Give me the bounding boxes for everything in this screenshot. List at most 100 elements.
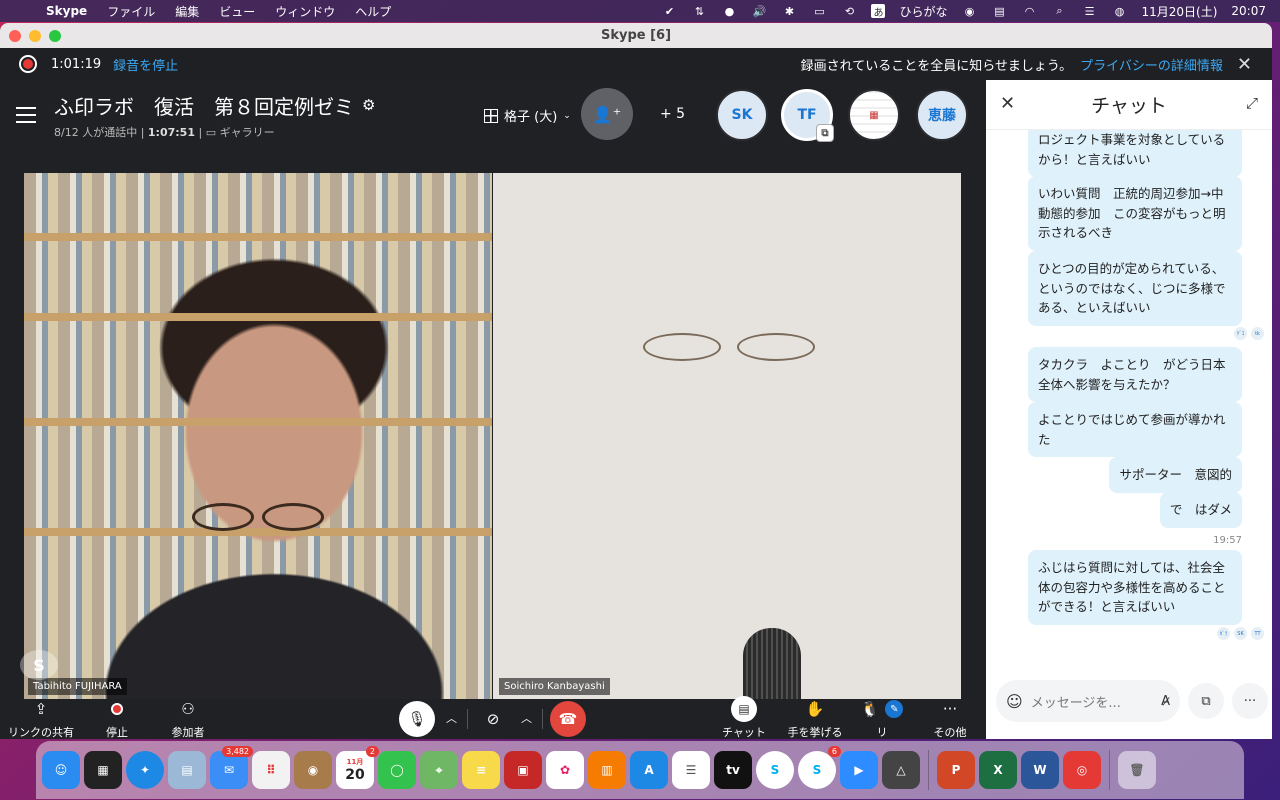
reminders-icon[interactable]: ☰: [672, 751, 710, 789]
more-chat-options-button[interactable]: ···: [1232, 683, 1268, 719]
preview-icon[interactable]: ▤: [168, 751, 206, 789]
expand-icon[interactable]: ⤢: [1246, 94, 1258, 112]
menu-view[interactable]: ビュー: [209, 3, 265, 20]
chat-messages[interactable]: ロジェクト事業を対象としているから！と言えばいい いわい質問 正統的周辺参加→中…: [986, 130, 1272, 670]
chat-icon: ▤: [731, 696, 757, 722]
wifi-icon[interactable]: ◠: [1022, 5, 1038, 18]
chevron-up-icon[interactable]: ︿: [521, 710, 532, 726]
call-title[interactable]: ふ印ラボ 復活 第８回定例ゼミ: [54, 91, 354, 120]
participant-avatar-screen[interactable]: ▦: [848, 89, 900, 141]
launchpad-icon[interactable]: ⠿: [252, 751, 290, 789]
spotlight-search-icon[interactable]: ⌕: [1052, 4, 1068, 17]
mail-icon[interactable]: ✉ 3,482: [210, 746, 253, 789]
video-name-tag: Tabihito FUJIHARA: [28, 678, 127, 695]
stop-recording-link[interactable]: 録音を停止: [113, 55, 178, 74]
call-header: ふ印ラボ 復活 第８回定例ゼミ ⚙ 8/12 人が通話中 | 1:07:51 |…: [0, 80, 986, 150]
menubar-time[interactable]: 20:07: [1231, 4, 1266, 18]
chat-message[interactable]: で はダメ: [1159, 492, 1242, 528]
finder-icon[interactable]: ☺: [42, 751, 80, 789]
mission-control-icon[interactable]: ▦: [84, 751, 122, 789]
stop-label: 停止: [106, 726, 128, 739]
battery-icon[interactable]: ▭: [811, 5, 827, 18]
menu-bar: Skype ファイル 編集 ビュー ウィンドウ ヘルプ ✔ ⇅ ● 🔊 ✱ ▭ …: [0, 0, 1280, 22]
photo-booth-icon[interactable]: ▣: [504, 751, 542, 789]
call-controls: ⇪ リンクの共有 停止 ⚇ 参加者 🎙 ︿ ⊘ ︿ ☎ ▤ チャット ✋ 手を挙…: [0, 696, 986, 739]
drive-icon[interactable]: ⇅: [691, 5, 707, 18]
more-participants[interactable]: + 5: [660, 106, 685, 122]
microphone-button[interactable]: 🎙: [399, 701, 435, 737]
add-person-button[interactable]: 👤⁺: [581, 88, 633, 140]
powerpoint-icon[interactable]: P: [937, 751, 975, 789]
menu-icon[interactable]: [16, 107, 36, 123]
contacts-icon[interactable]: ◉: [294, 751, 332, 789]
checkmark-icon[interactable]: ✔: [661, 5, 677, 18]
zoom-icon[interactable]: ▶: [840, 751, 878, 789]
share-icon: ⇪: [34, 700, 48, 718]
calendar-icon[interactable]: 11月 20 2: [336, 746, 379, 789]
chat-message[interactable]: ロジェクト事業を対象としているから！と言えばいい: [1028, 130, 1242, 177]
skype-watermark-icon: S: [20, 650, 58, 680]
menu-edit[interactable]: 編集: [165, 3, 209, 20]
chat-message[interactable]: サポーター 意図的: [1109, 457, 1242, 493]
notes-icon[interactable]: ≡: [462, 751, 500, 789]
maps-icon[interactable]: ⌖: [420, 751, 458, 789]
close-icon[interactable]: ✕: [1237, 54, 1252, 75]
participant-avatar-sk[interactable]: SK: [716, 89, 768, 141]
word-icon[interactable]: W: [1021, 751, 1059, 789]
time-machine-icon[interactable]: ⟲: [841, 5, 857, 18]
chat-message[interactable]: ひとつの目的が定められている、というのではなく、じつに多様である、といえばいい: [1028, 251, 1242, 326]
chat-message[interactable]: よことりではじめて参画が導かれた: [1028, 402, 1242, 457]
user-icon[interactable]: ◉: [962, 5, 978, 18]
stop-recording-button[interactable]: 停止: [77, 698, 157, 739]
google-drive-icon[interactable]: △: [882, 751, 920, 789]
ime-indicator-icon[interactable]: あ: [871, 4, 886, 19]
safari-icon[interactable]: ✦: [126, 751, 164, 789]
messages-icon[interactable]: ◯: [378, 751, 416, 789]
chat-button[interactable]: ▤ チャット: [704, 696, 784, 739]
control-center-icon[interactable]: ☰: [1082, 5, 1098, 18]
menu-window[interactable]: ウィンドウ: [265, 3, 345, 20]
video-tile-fujihara[interactable]: Tabihito FUJIHARA: [24, 173, 492, 699]
skype-business-icon[interactable]: S6: [798, 746, 841, 789]
camera-button[interactable]: ⊘: [475, 701, 511, 737]
menu-app-skype[interactable]: Skype: [36, 4, 97, 18]
participant-avatar-eto[interactable]: 恵藤: [916, 89, 968, 141]
share-link-button[interactable]: ⇪ リンクの共有: [1, 698, 81, 739]
participant-avatar-tf[interactable]: TF ⧉: [781, 89, 834, 142]
end-call-button[interactable]: ☎: [550, 701, 586, 737]
chat-message[interactable]: いわい質問 正統的周辺参加→中動態的参加 この変容がもっと明示されるべき: [1028, 176, 1242, 251]
gear-icon[interactable]: ⚙: [362, 96, 375, 114]
excel-icon[interactable]: X: [979, 751, 1017, 789]
view-mode-selector[interactable]: 格子 (大) ⌄: [484, 106, 571, 125]
photos-icon[interactable]: ✿: [546, 751, 584, 789]
close-icon[interactable]: ✕: [1000, 93, 1015, 114]
skype-icon[interactable]: S: [756, 751, 794, 789]
menu-help[interactable]: ヘルプ: [345, 3, 401, 20]
message-input[interactable]: ☺ メッセージを... A̷: [996, 680, 1180, 722]
chevron-up-icon[interactable]: ︿: [446, 710, 457, 726]
emoji-icon[interactable]: ☺: [1006, 692, 1023, 711]
apple-tv-icon[interactable]: tv: [714, 751, 752, 789]
app-store-icon[interactable]: A: [630, 751, 668, 789]
penguin-icon[interactable]: ●: [721, 5, 737, 18]
privacy-link[interactable]: プライバシーの詳細情報: [1080, 55, 1223, 74]
ime-name[interactable]: ひらがな: [899, 3, 947, 20]
screen-share-icon: ⧉: [816, 124, 834, 142]
participants-button[interactable]: ⚇ 参加者: [148, 698, 228, 739]
menu-file[interactable]: ファイル: [97, 3, 165, 20]
bluetooth-icon[interactable]: ✱: [781, 5, 797, 18]
control-strip-icon[interactable]: ▤: [992, 5, 1008, 18]
books-icon[interactable]: ▥: [588, 751, 626, 789]
share-content-button[interactable]: ⧉: [1188, 683, 1224, 719]
trash-icon[interactable]: 🗑: [1118, 751, 1156, 789]
chat-message[interactable]: ふじはら質問に対しては、社会全体の包容力や多様性を高めることができる！と言えばい…: [1028, 550, 1242, 625]
menubar-date[interactable]: 11月20日(土): [1142, 3, 1218, 20]
volume-icon[interactable]: 🔊: [751, 5, 767, 18]
more-options-button[interactable]: ··· その他: [910, 698, 990, 739]
chat-message[interactable]: タカクラ よことり がどう日本全体へ影響を与えたか？: [1028, 347, 1242, 402]
format-text-icon[interactable]: A̷: [1161, 694, 1170, 709]
red-app-icon[interactable]: ◎: [1063, 751, 1101, 789]
video-tile-kanbayashi[interactable]: Soichiro Kanbayashi: [493, 173, 961, 699]
siri-icon[interactable]: ◍: [1112, 5, 1128, 18]
microphone-icon: 🎙: [407, 710, 427, 728]
